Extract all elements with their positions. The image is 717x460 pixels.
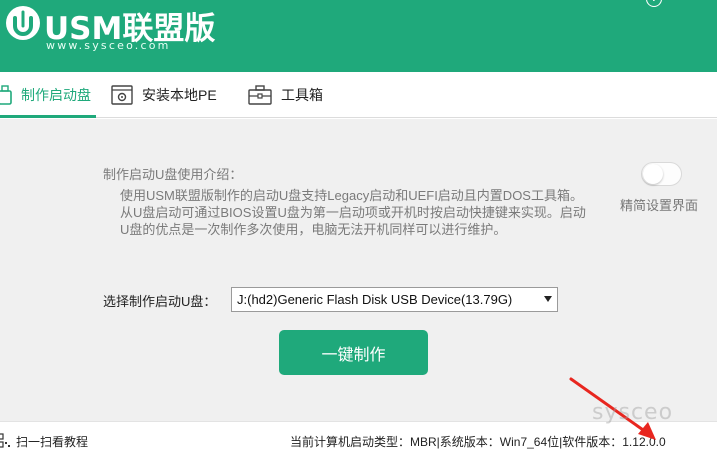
usb-drive-icon [0, 85, 12, 105]
tab-bar: 制作启动盘 安装本地PE 工具箱 [0, 72, 717, 118]
scan-tutorial-link[interactable]: 扫一扫看教程 [16, 433, 88, 450]
logo-icon [6, 6, 40, 40]
active-tab-indicator [0, 115, 96, 118]
watermark: sysceo [592, 400, 674, 425]
toggle-label: 精简设置界面 [620, 198, 699, 213]
help-button[interactable]: ? [646, 0, 662, 7]
qr-code-icon [0, 433, 11, 454]
tab-label: 制作启动盘 [21, 87, 91, 103]
tab-toolbox[interactable]: 工具箱 [248, 72, 323, 118]
usb-device-select[interactable]: J:(hd2)Generic Flash Disk USB Device(13.… [231, 287, 558, 312]
tab-install-local-pe[interactable]: 安装本地PE [111, 72, 217, 118]
usb-device-value: J:(hd2)Generic Flash Disk USB Device(13.… [237, 292, 513, 307]
one-click-make-button[interactable]: 一键制作 [279, 330, 428, 375]
app-url: www.sysceo.com [46, 39, 171, 52]
simplified-ui-toggle[interactable] [641, 162, 682, 186]
app-header: USM联盟版 www.sysceo.com ? [0, 0, 717, 72]
toggle-knob [643, 164, 663, 184]
toolbox-icon [248, 85, 272, 105]
intro-title: 制作启动U盘使用介绍： [103, 167, 243, 182]
tab-make-boot-disk[interactable]: 制作启动盘 [0, 72, 91, 118]
tab-label: 工具箱 [281, 87, 323, 103]
dropdown-arrow-icon [544, 296, 552, 302]
usb-select-label: 选择制作启动U盘： [103, 294, 217, 309]
intro-text: 使用USM联盟版制作的启动U盘支持Legacy启动和UEFI启动且内置DOS工具… [120, 188, 586, 237]
tab-label: 安装本地PE [142, 87, 217, 103]
gear-install-icon [111, 85, 133, 105]
